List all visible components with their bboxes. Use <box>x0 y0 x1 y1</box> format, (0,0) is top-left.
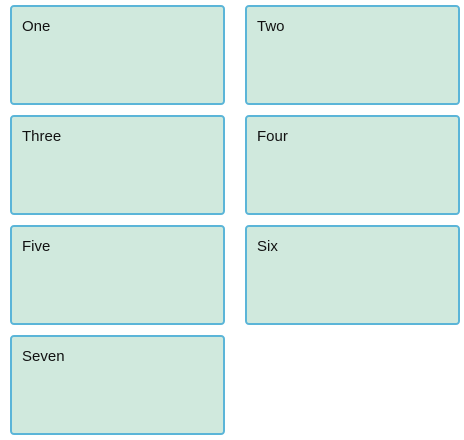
card-two: Two <box>245 5 460 105</box>
card-label: One <box>22 18 51 35</box>
card-label: Seven <box>22 348 65 365</box>
card-three: Three <box>10 115 225 215</box>
card-label: Two <box>257 18 285 35</box>
card-grid: One Two Three Four Five Six Seven <box>10 5 460 435</box>
card-label: Four <box>257 128 288 145</box>
card-five: Five <box>10 225 225 325</box>
card-one: One <box>10 5 225 105</box>
card-label: Three <box>22 128 62 145</box>
card-four: Four <box>245 115 460 215</box>
card-label: Six <box>257 238 278 255</box>
card-label: Five <box>22 238 51 255</box>
card-six: Six <box>245 225 460 325</box>
card-seven: Seven <box>10 335 225 435</box>
